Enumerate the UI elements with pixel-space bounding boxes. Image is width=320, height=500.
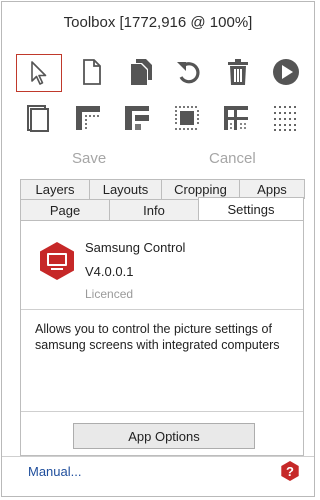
app-version: V4.0.0.1: [85, 264, 134, 279]
layout-split-button[interactable]: [119, 100, 155, 136]
dot-grid-button[interactable]: [268, 100, 304, 136]
tab-row-bottom: Page Info Settings: [20, 197, 304, 220]
action-bar: Save Cancel: [2, 150, 314, 172]
page-frame-icon: [27, 105, 49, 132]
tab-apps[interactable]: Apps: [239, 179, 305, 199]
window-title: Toolbox [1772,916 @ 100%]: [63, 13, 253, 31]
undo-rotate-icon: [177, 62, 200, 84]
manual-link[interactable]: Manual...: [28, 464, 81, 479]
layout-split-icon: [125, 106, 150, 130]
tab-page[interactable]: Page: [20, 199, 110, 220]
tab-row-top: Layers Layouts Cropping Apps: [20, 179, 305, 199]
tab-layers[interactable]: Layers: [20, 179, 90, 199]
new-page-icon: [83, 59, 102, 85]
page-frame-button[interactable]: [20, 100, 56, 136]
app-name: Samsung Control: [85, 240, 186, 255]
layout-center-icon: [174, 106, 199, 130]
tab-info[interactable]: Info: [109, 199, 199, 220]
save-button[interactable]: Save: [72, 150, 106, 167]
divider: [21, 309, 303, 310]
divider: [21, 411, 303, 412]
help-icon[interactable]: ?: [280, 461, 300, 481]
layout-top-left-icon: [75, 106, 100, 130]
play-button[interactable]: [268, 54, 304, 90]
copy-page-icon: [130, 59, 152, 85]
copy-page-button[interactable]: [123, 54, 159, 90]
layout-grid-icon: [224, 106, 249, 130]
undo-button[interactable]: [171, 54, 207, 90]
tab-cropping[interactable]: Cropping: [161, 179, 240, 199]
samsung-screen-icon: [40, 242, 74, 280]
new-page-button[interactable]: [74, 54, 110, 90]
tool-row-2: [20, 100, 304, 136]
dot-grid-icon: [273, 106, 296, 131]
app-description: Allows you to control the picture settin…: [35, 322, 280, 352]
toolbox-window: Toolbox [1772,916 @ 100%] Save Cancel La…: [1, 1, 315, 497]
layout-center-button[interactable]: [169, 100, 205, 136]
footer-divider: [2, 456, 314, 457]
app-license-status: Licenced: [85, 287, 134, 301]
delete-button[interactable]: [220, 54, 256, 90]
tab-settings[interactable]: Settings: [198, 197, 304, 220]
layout-grid-button[interactable]: [218, 100, 254, 136]
play-icon: [272, 59, 299, 85]
app-options-button[interactable]: App Options: [73, 423, 255, 449]
trash-icon: [227, 59, 248, 85]
tool-row-1: [16, 54, 304, 92]
settings-panel: Samsung Control V4.0.0.1 Licenced Allows…: [20, 220, 304, 456]
pointer-tool-button[interactable]: [16, 54, 62, 92]
pointer-arrow-icon: [31, 61, 47, 85]
tab-layouts[interactable]: Layouts: [89, 179, 162, 199]
cancel-button[interactable]: Cancel: [209, 150, 256, 167]
svg-text:?: ?: [286, 464, 294, 479]
layout-top-left-button[interactable]: [70, 100, 106, 136]
